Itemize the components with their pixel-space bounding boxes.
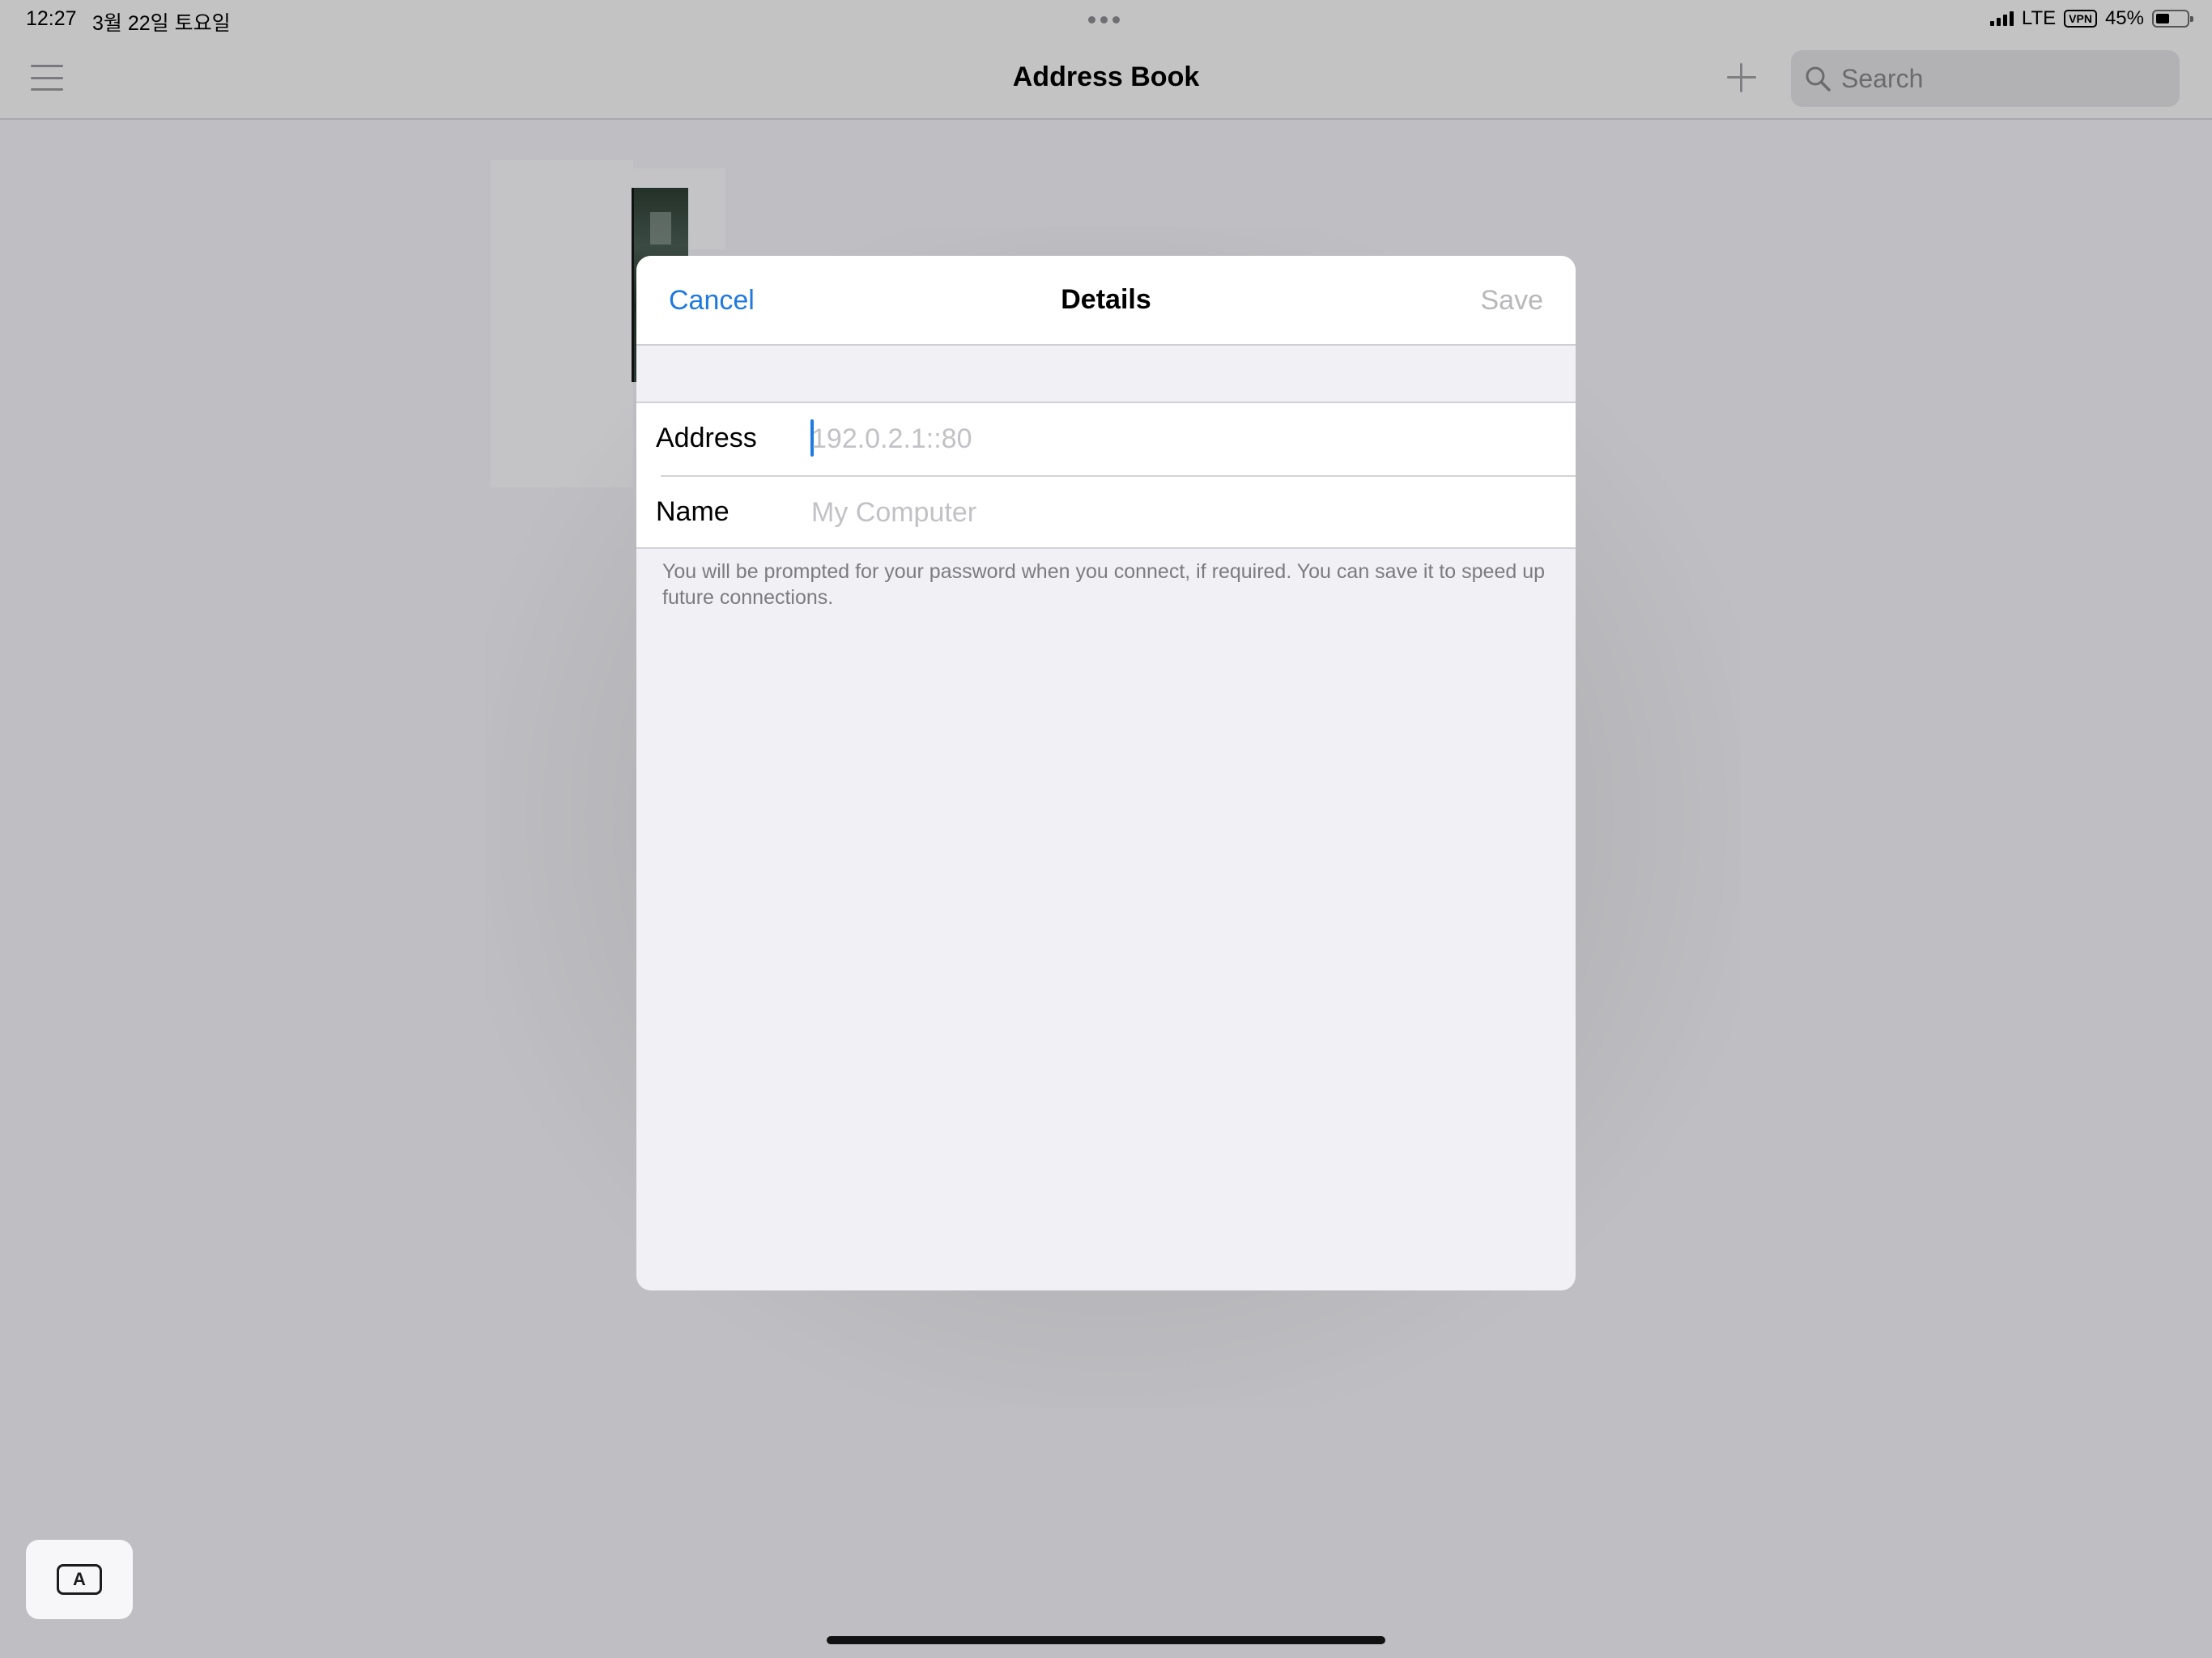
details-dialog: Cancel Details Save Address Name You wil… bbox=[636, 256, 1576, 1290]
keyboard-icon: A bbox=[57, 1564, 102, 1595]
connection-form: Address Name bbox=[636, 402, 1576, 549]
save-button[interactable]: Save bbox=[1481, 285, 1544, 317]
screen: 12:27 3월 22일 토요일 LTE VPN 45% Address Boo… bbox=[0, 0, 2212, 1658]
dialog-header: Cancel Details Save bbox=[636, 256, 1576, 346]
name-label: Name bbox=[656, 496, 730, 527]
status-bar: 12:27 3월 22일 토요일 LTE VPN 45% bbox=[0, 0, 2212, 37]
search-field[interactable] bbox=[1791, 50, 2180, 107]
status-time: 12:27 bbox=[26, 7, 77, 30]
keyboard-shortcut-button[interactable]: A bbox=[26, 1540, 133, 1619]
multitasking-dots-icon[interactable] bbox=[1088, 11, 1124, 28]
search-input[interactable] bbox=[1841, 50, 2165, 107]
address-input[interactable] bbox=[811, 413, 1540, 465]
navigation-bar: Address Book bbox=[0, 37, 2212, 120]
name-row[interactable]: Name bbox=[656, 475, 1576, 547]
address-row[interactable]: Address bbox=[636, 403, 1576, 475]
dialog-title: Details bbox=[1061, 284, 1151, 315]
home-indicator[interactable] bbox=[827, 1636, 1385, 1644]
cellular-signal-icon bbox=[1989, 11, 2014, 26]
battery-percent: 45% bbox=[2104, 7, 2144, 29]
search-icon bbox=[1806, 66, 1831, 91]
battery-icon bbox=[2152, 10, 2193, 28]
vpn-badge: VPN bbox=[2064, 10, 2097, 28]
address-label: Address bbox=[656, 423, 757, 453]
password-footnote: You will be prompted for your password w… bbox=[662, 560, 1546, 609]
add-icon[interactable] bbox=[1725, 62, 1758, 94]
name-input[interactable] bbox=[811, 487, 1540, 538]
status-indicators: LTE VPN 45% bbox=[1989, 6, 2193, 31]
status-date: 3월 22일 토요일 bbox=[92, 12, 231, 35]
network-type: LTE bbox=[2021, 7, 2057, 29]
